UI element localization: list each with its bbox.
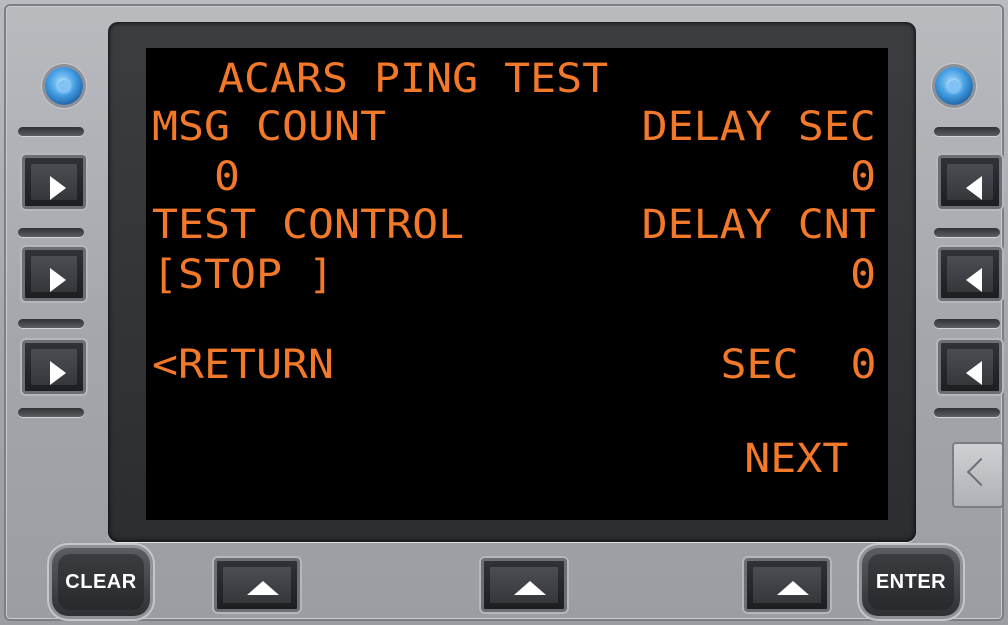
test-control-label: TEST CONTROL xyxy=(152,202,465,248)
back-button[interactable] xyxy=(952,442,1004,508)
slot-divider xyxy=(934,319,1000,328)
lsk-right-1[interactable] xyxy=(938,155,1002,209)
slot-divider xyxy=(934,228,1000,237)
bottom-key-3[interactable] xyxy=(744,558,830,612)
lsk-right-2[interactable] xyxy=(938,247,1002,301)
delay-cnt-value: 0 xyxy=(849,252,876,298)
delay-sec-label: DELAY SEC xyxy=(641,104,876,150)
triangle-left-icon xyxy=(966,361,982,385)
test-control-value: [STOP ] xyxy=(152,252,335,298)
msg-count-value: 0 xyxy=(214,154,241,200)
return-prompt: <RETURN xyxy=(152,342,335,388)
triangle-up-icon xyxy=(247,581,279,595)
delay-sec-value: 0 xyxy=(849,154,876,200)
enter-button[interactable]: ENTER xyxy=(862,548,960,616)
triangle-left-icon xyxy=(966,268,982,292)
triangle-right-icon xyxy=(50,176,66,200)
slot-divider xyxy=(18,228,84,237)
next-prompt: NEXT xyxy=(743,436,848,482)
slot-divider xyxy=(18,319,84,328)
lsk-right-3[interactable] xyxy=(938,340,1002,394)
slot-divider xyxy=(934,127,1000,136)
triangle-right-icon xyxy=(50,268,66,292)
bottom-key-2[interactable] xyxy=(481,558,567,612)
triangle-up-icon xyxy=(514,581,546,595)
triangle-up-icon xyxy=(777,581,809,595)
brightness-knob-icon[interactable] xyxy=(45,67,83,105)
enter-label: ENTER xyxy=(868,554,954,610)
slot-divider xyxy=(18,408,84,417)
bottom-key-1[interactable] xyxy=(214,558,300,612)
brightness-knob-icon[interactable] xyxy=(935,67,973,105)
lsk-left-2[interactable] xyxy=(22,247,86,301)
page-title: ACARS PING TEST xyxy=(218,56,609,102)
slot-divider xyxy=(934,408,1000,417)
lsk-left-1[interactable] xyxy=(22,155,86,209)
lsk-left-3[interactable] xyxy=(22,340,86,394)
sec-readout: SEC 0 xyxy=(719,342,876,388)
triangle-right-icon xyxy=(50,361,66,385)
triangle-left-icon xyxy=(966,176,982,200)
delay-cnt-label: DELAY CNT xyxy=(641,202,876,248)
clear-label: CLEAR xyxy=(58,554,144,610)
chevron-left-icon xyxy=(966,457,996,487)
cdu-screen: ACARS PING TEST MSG COUNT DELAY SEC 0 0 … xyxy=(146,48,888,520)
slot-divider xyxy=(18,127,84,136)
msg-count-label: MSG COUNT xyxy=(152,104,387,150)
clear-button[interactable]: CLEAR xyxy=(52,548,150,616)
